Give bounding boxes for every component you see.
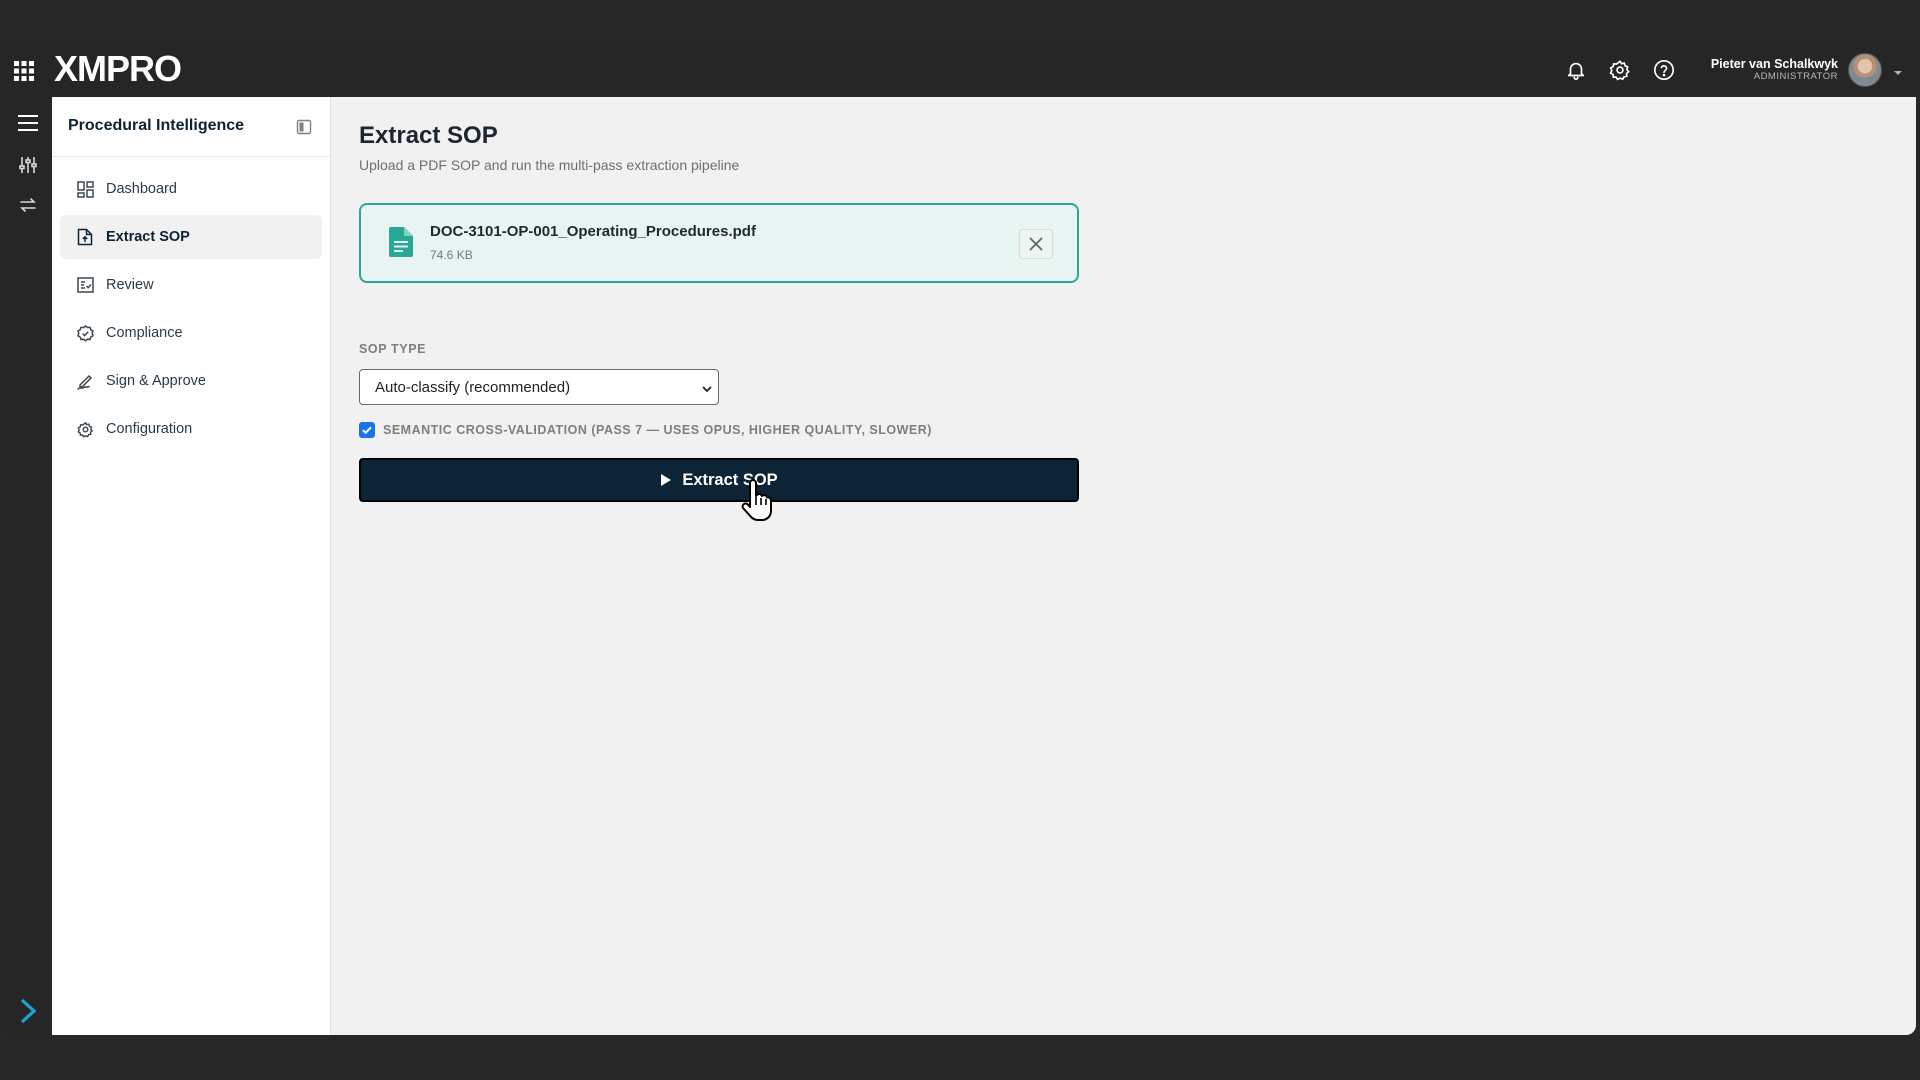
bell-icon[interactable] bbox=[1563, 57, 1589, 83]
swap-icon[interactable] bbox=[16, 193, 40, 217]
sidebar-item-review[interactable]: Review bbox=[60, 263, 322, 307]
semantic-validation-option: SEMANTIC CROSS-VALIDATION (PASS 7 — USES… bbox=[359, 422, 932, 438]
sidebar-item-sign-approve[interactable]: Sign & Approve bbox=[60, 359, 322, 403]
user-menu[interactable]: Pieter van Schalkwyk ADMINISTRATOR bbox=[1711, 52, 1904, 87]
top-actions: Pieter van Schalkwyk ADMINISTRATOR bbox=[1563, 42, 1916, 97]
sidebar-item-label: Sign & Approve bbox=[106, 373, 206, 389]
play-icon bbox=[661, 474, 672, 486]
file-name: DOC-3101-OP-001_Operating_Procedures.pdf bbox=[430, 223, 756, 240]
app-window: XMPRO Pieter van Schalkwyk ADMINISTRATOR… bbox=[4, 42, 1916, 1035]
sop-type-selected-value: Auto-classify (recommended) bbox=[375, 378, 571, 396]
sidebar-item-label: Review bbox=[106, 277, 154, 293]
sidebar-item-configuration[interactable]: Configuration bbox=[60, 407, 322, 451]
dashboard-icon bbox=[76, 180, 94, 198]
icon-rail bbox=[4, 97, 52, 1035]
signature-icon bbox=[76, 372, 94, 390]
help-icon[interactable] bbox=[1651, 57, 1677, 83]
document-icon bbox=[389, 227, 413, 257]
chevron-down-icon bbox=[700, 381, 714, 395]
check-icon bbox=[362, 426, 372, 435]
collapse-sidebar-icon[interactable] bbox=[296, 119, 312, 135]
top-bar: XMPRO Pieter van Schalkwyk ADMINISTRATOR bbox=[4, 42, 1916, 97]
file-size: 74.6 KB bbox=[430, 248, 473, 262]
menu-icon[interactable] bbox=[16, 111, 40, 135]
expand-icon[interactable] bbox=[18, 998, 42, 1024]
bottom-bar bbox=[0, 1035, 1920, 1080]
sidebar-item-label: Configuration bbox=[106, 421, 193, 437]
user-role: ADMINISTRATOR bbox=[1753, 70, 1838, 82]
sidebar-header: Procedural Intelligence bbox=[52, 97, 330, 157]
sop-type-label: SOP TYPE bbox=[359, 342, 427, 356]
close-icon bbox=[1029, 237, 1043, 251]
sidebar-item-compliance[interactable]: Compliance bbox=[60, 311, 322, 355]
sidebar-nav: Dashboard Extract SOP Review Compliance … bbox=[52, 157, 330, 451]
sidebar-item-dashboard[interactable]: Dashboard bbox=[60, 167, 322, 211]
sidebar: Procedural Intelligence Dashboard Extrac… bbox=[52, 97, 331, 1035]
user-name: Pieter van Schalkwyk bbox=[1710, 56, 1838, 71]
apps-grid-icon[interactable] bbox=[13, 60, 35, 82]
user-info: Pieter van Schalkwyk ADMINISTRATOR bbox=[1711, 57, 1838, 83]
sidebar-item-label: Dashboard bbox=[106, 181, 177, 197]
semantic-validation-checkbox[interactable] bbox=[359, 422, 375, 438]
file-upload-icon bbox=[76, 228, 94, 246]
review-icon bbox=[76, 276, 94, 294]
page-title: Extract SOP bbox=[359, 122, 498, 149]
avatar[interactable] bbox=[1848, 52, 1882, 87]
extract-sop-button[interactable]: Extract SOP bbox=[359, 458, 1079, 502]
sliders-icon[interactable] bbox=[16, 153, 40, 177]
sidebar-item-label: Compliance bbox=[106, 325, 183, 341]
main-content: Extract SOP Upload a PDF SOP and run the… bbox=[331, 97, 1916, 1035]
sidebar-item-label: Extract SOP bbox=[106, 229, 190, 245]
uploaded-file-card: DOC-3101-OP-001_Operating_Procedures.pdf… bbox=[359, 203, 1079, 283]
page-subtitle: Upload a PDF SOP and run the multi-pass … bbox=[359, 157, 740, 173]
sidebar-title: Procedural Intelligence bbox=[68, 117, 245, 134]
remove-file-button[interactable] bbox=[1019, 229, 1053, 259]
gear-icon bbox=[76, 420, 94, 438]
compliance-icon bbox=[76, 324, 94, 342]
sidebar-item-extract-sop[interactable]: Extract SOP bbox=[60, 215, 322, 259]
chevron-down-icon[interactable] bbox=[1892, 64, 1904, 76]
sop-type-select[interactable]: Auto-classify (recommended) bbox=[359, 369, 719, 405]
gear-icon[interactable] bbox=[1607, 57, 1633, 83]
semantic-validation-label[interactable]: SEMANTIC CROSS-VALIDATION (PASS 7 — USES… bbox=[383, 423, 932, 437]
brand-logo[interactable]: XMPRO bbox=[54, 48, 182, 89]
pointer-cursor-icon bbox=[740, 479, 772, 521]
